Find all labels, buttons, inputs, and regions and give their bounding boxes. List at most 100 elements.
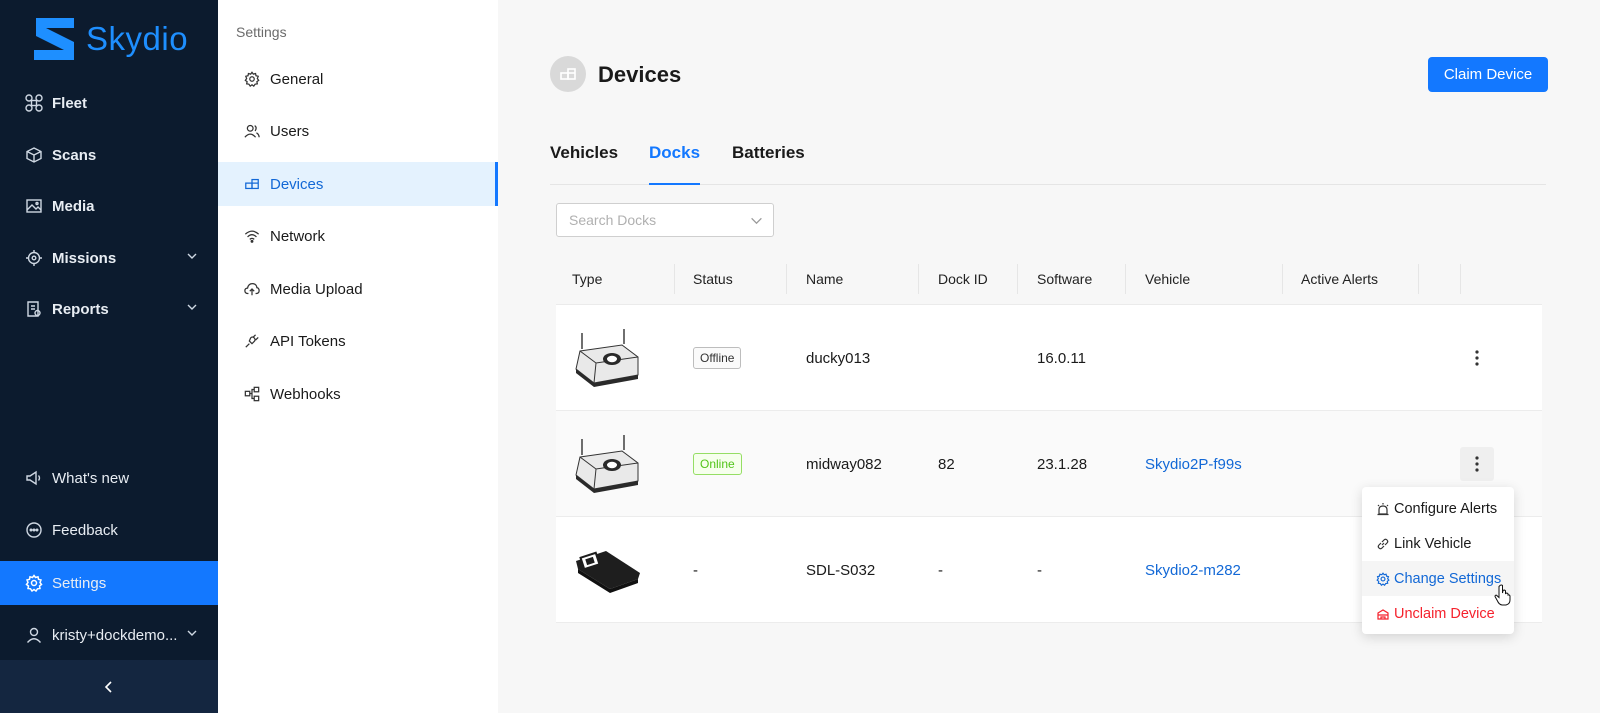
settings-item-webhooks[interactable]: Webhooks (218, 372, 498, 416)
settings-item-api-tokens[interactable]: API Tokens (218, 319, 498, 363)
target-icon (24, 248, 44, 268)
status-cell: Online (693, 411, 742, 517)
software-version: - (1037, 561, 1042, 579)
status-cell: Offline (693, 305, 742, 411)
link-icon (1376, 536, 1392, 552)
status-badge: Online (693, 453, 742, 475)
dock-id: - (938, 561, 943, 579)
settings-item-devices[interactable]: Devices (218, 162, 498, 206)
software-version: 16.0.11 (1037, 349, 1086, 367)
image-icon (24, 196, 44, 216)
settings-title: Settings (236, 24, 287, 40)
nav-item-media[interactable]: Media (0, 184, 218, 228)
settings-item-network[interactable]: Network (218, 214, 498, 258)
tab-vehicles[interactable]: Vehicles (550, 143, 618, 185)
nav-label: Reports (52, 300, 109, 318)
unclaim-icon (1376, 606, 1392, 622)
settings-item-label: Network (270, 227, 326, 245)
status-cell: - (693, 561, 698, 579)
settings-item-media-upload[interactable]: Media Upload (218, 267, 498, 311)
nav-label: Settings (52, 574, 107, 592)
nav-item-reports[interactable]: Reports (0, 287, 218, 331)
chat-icon (24, 520, 44, 540)
settings-item-users[interactable]: Users (218, 109, 498, 153)
settings-item-label: Devices (270, 175, 324, 193)
gear-icon (1376, 571, 1392, 587)
vehicle-link[interactable]: Skydio2P-f99s (1145, 411, 1242, 517)
menu-item-label: Unclaim Device (1394, 605, 1495, 622)
controller-icon (572, 517, 642, 623)
nav-label: Fleet (52, 94, 88, 112)
dock-name: midway082 (806, 455, 882, 473)
software-version: 23.1.28 (1037, 455, 1088, 473)
settings-item-label: API Tokens (270, 332, 346, 350)
dock-name: ducky013 (806, 349, 871, 367)
nav-item-scans[interactable]: Scans (0, 133, 218, 177)
nav-label: Missions (52, 249, 117, 267)
column-header-active-alerts: Active Alerts (1301, 271, 1379, 287)
devices-icon (244, 176, 260, 192)
nav-label: Media (52, 197, 95, 215)
table-row[interactable]: Offline ducky013 16.0.11 (556, 305, 1542, 411)
nav-item-fleet[interactable]: Fleet (0, 81, 218, 125)
column-header-dock-id: Dock ID (938, 271, 988, 287)
menu-item-configure-alerts[interactable]: Configure Alerts (1362, 491, 1514, 526)
cube-icon (24, 145, 44, 165)
hand-cursor-icon (1494, 584, 1511, 606)
dock-icon (572, 305, 642, 411)
settings-item-label: Media Upload (270, 280, 363, 298)
chevron-down-icon (751, 217, 762, 225)
dock-icon (572, 411, 642, 517)
tab-batteries[interactable]: Batteries (732, 143, 805, 185)
megaphone-icon (24, 468, 44, 488)
menu-item-link-vehicle[interactable]: Link Vehicle (1362, 526, 1514, 561)
settings-item-general[interactable]: General (218, 57, 498, 101)
tab-docks[interactable]: Docks (649, 143, 701, 185)
nav-item-missions[interactable]: Missions (0, 236, 218, 280)
table-header: Type Status Name Dock ID Software Vehicl… (556, 253, 1542, 305)
nav-item-account[interactable]: kristy+dockdemo... (0, 613, 218, 657)
main-nav: Skydio Fleet Scans Media Missions Report… (0, 0, 218, 713)
users-icon (244, 123, 260, 139)
report-icon (24, 299, 44, 319)
kebab-menu-icon (1475, 456, 1479, 472)
vehicle-link[interactable]: Skydio2-m282 (1145, 517, 1241, 623)
column-header-type: Type (572, 271, 603, 287)
webhook-icon (244, 386, 260, 402)
settings-item-label: Users (270, 122, 310, 140)
row-actions-button[interactable] (1460, 447, 1494, 481)
column-header-status: Status (693, 271, 733, 287)
chevron-left-icon (104, 680, 112, 693)
search-docks-select[interactable]: Search Docks (556, 203, 774, 237)
menu-item-label: Link Vehicle (1394, 535, 1472, 552)
settings-item-label: Webhooks (270, 385, 341, 403)
claim-device-button[interactable]: Claim Device (1428, 57, 1548, 92)
nav-item-settings[interactable]: Settings (0, 561, 218, 605)
nav-label: Feedback (52, 521, 118, 539)
page-title: Devices (598, 62, 682, 87)
status-badge: Offline (693, 347, 742, 369)
wifi-icon (244, 228, 260, 244)
plug-icon (244, 333, 260, 349)
settings-item-label: General (270, 70, 324, 88)
menu-item-unclaim-device[interactable]: Unclaim Device (1362, 596, 1514, 631)
nav-item-whats-new[interactable]: What's new (0, 456, 218, 500)
nav-item-feedback[interactable]: Feedback (0, 508, 218, 552)
menu-item-label: Change Settings (1394, 570, 1502, 587)
menu-item-change-settings[interactable]: Change Settings (1362, 561, 1514, 596)
gear-icon (244, 71, 260, 87)
row-actions-button[interactable] (1460, 341, 1494, 375)
column-header-name: Name (806, 271, 844, 287)
row-context-menu: Configure Alerts Link Vehicle Change Set… (1362, 487, 1514, 634)
nav-label: Scans (52, 146, 97, 164)
nav-label: What's new (52, 469, 130, 487)
skydio-logo[interactable]: Skydio (30, 16, 188, 62)
drone-icon (24, 93, 44, 113)
dock-id: 82 (938, 455, 955, 473)
alarm-icon (1376, 501, 1392, 517)
search-placeholder: Search Docks (569, 212, 657, 228)
brand-name: Skydio (86, 20, 189, 57)
column-header-vehicle: Vehicle (1145, 271, 1191, 287)
collapse-nav-button[interactable] (0, 660, 218, 713)
skydio-logo-icon (34, 18, 74, 60)
